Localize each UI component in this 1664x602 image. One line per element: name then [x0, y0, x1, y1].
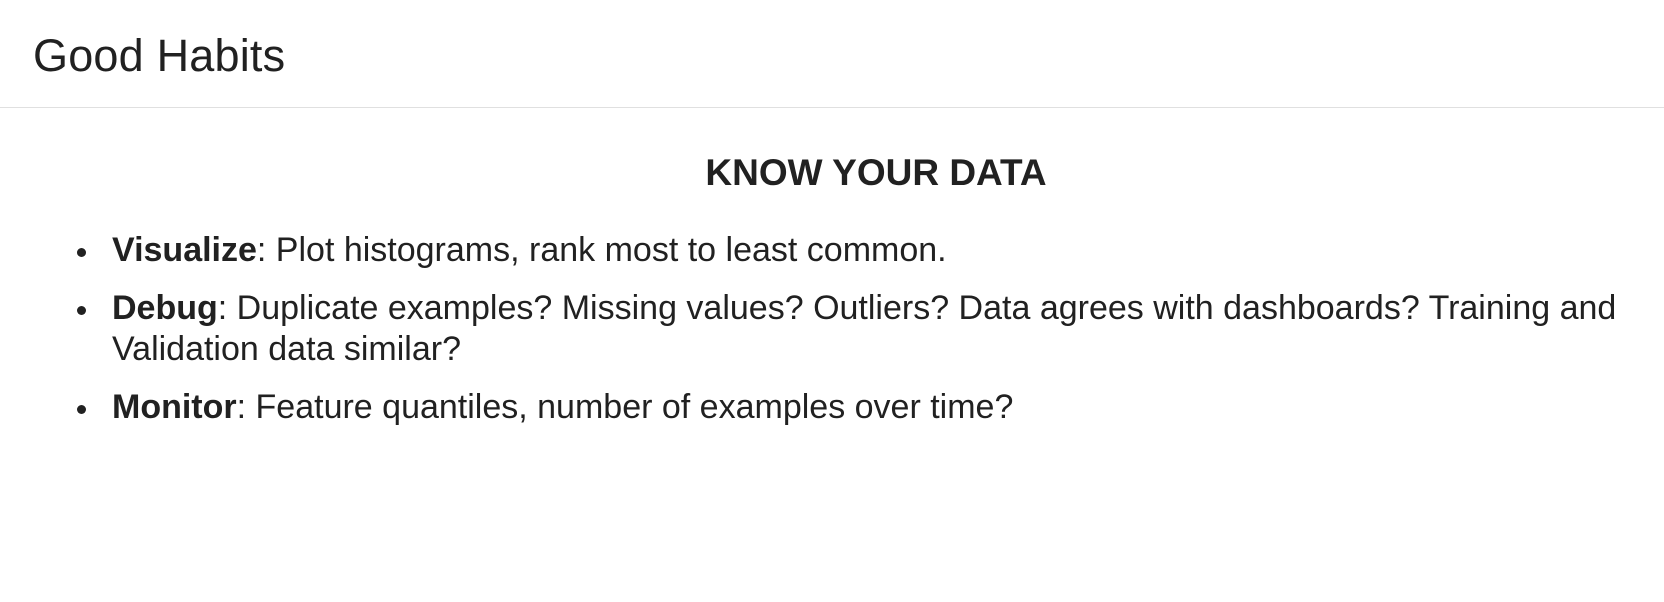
page-header: Good Habits — [0, 0, 1664, 108]
bullet-term: Debug — [112, 289, 218, 327]
bullet-text: : Duplicate examples? Missing values? Ou… — [112, 289, 1617, 368]
section-heading: KNOW YOUR DATA — [705, 152, 1047, 193]
bullet-term: Monitor — [112, 388, 237, 426]
list-item: Debug: Duplicate examples? Missing value… — [77, 288, 1632, 370]
list-item: Monitor: Feature quantiles, number of ex… — [77, 387, 1632, 428]
bullet-text: : Plot histograms, rank most to least co… — [256, 231, 947, 269]
bullet-list: Visualize: Plot histograms, rank most to… — [77, 230, 1632, 445]
bullet-term: Visualize — [112, 231, 257, 269]
bullet-dot-icon — [77, 306, 86, 315]
bullet-dot-icon — [77, 405, 86, 414]
list-item: Visualize: Plot histograms, rank most to… — [77, 230, 1632, 271]
bullet-dot-icon — [77, 248, 86, 257]
page-title: Good Habits — [33, 30, 286, 81]
bullet-text: : Feature quantiles, number of examples … — [236, 388, 1014, 426]
